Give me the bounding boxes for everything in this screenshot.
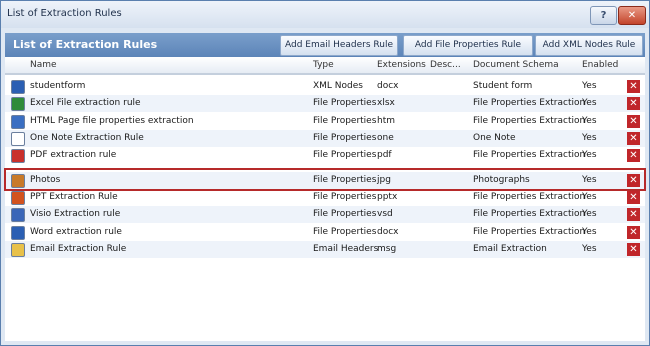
rule-type: File Properties <box>313 133 377 143</box>
delete-rule-button[interactable]: ✕ <box>627 80 640 93</box>
column-header-type[interactable]: Type <box>313 60 334 70</box>
rule-enabled: Yes <box>582 133 597 143</box>
help-button[interactable]: ? <box>590 6 617 25</box>
rule-document-schema: Student form <box>473 81 533 91</box>
table-row[interactable]: PPT Extraction Rule File Properties pptx Fi… <box>5 189 645 206</box>
delete-rule-button[interactable]: ✕ <box>627 191 640 204</box>
delete-rule-button[interactable]: ✕ <box>627 97 640 110</box>
column-header-name[interactable]: Name <box>30 60 57 70</box>
table-row[interactable]: Word extraction rule File Properties docx F… <box>5 224 645 241</box>
rule-enabled: Yes <box>582 244 597 254</box>
add-email-headers-rule-button[interactable]: Add Email Headers Rule <box>280 35 398 56</box>
list-title: List of Extraction Rules <box>13 38 158 51</box>
email-icon <box>11 243 25 257</box>
rule-extensions: xlsx <box>377 98 395 108</box>
rules-list: studentform XML Nodes docx Student form Yes ✕… <box>5 74 645 341</box>
rule-document-schema: One Note <box>473 133 516 143</box>
rule-extensions: msg <box>377 244 397 254</box>
rule-document-schema: File Properties Extraction <box>473 192 586 202</box>
html-icon <box>11 115 25 129</box>
rule-enabled: Yes <box>582 98 597 108</box>
visio-icon <box>11 208 25 222</box>
column-header-enabled[interactable]: Enabled <box>582 60 618 70</box>
rule-document-schema: Email Extraction <box>473 244 547 254</box>
rule-document-schema: File Properties Extraction <box>473 209 586 219</box>
rule-document-schema: File Properties Extraction <box>473 116 586 126</box>
extraction-rules-window: List of Extraction Rules ? ✕ List of Ext… <box>0 0 650 346</box>
rule-extensions: one <box>377 133 394 143</box>
add-file-properties-rule-button[interactable]: Add File Properties Rule <box>403 35 533 56</box>
list-header: List of Extraction Rules Add Email Heade… <box>5 33 645 57</box>
table-row[interactable]: PDF extraction rule File Properties pdf Fil… <box>5 147 645 164</box>
rule-type: XML Nodes <box>313 81 363 91</box>
rule-name: Email Extraction Rule <box>30 244 127 254</box>
rule-name: PPT Extraction Rule <box>30 192 118 202</box>
column-header-description[interactable]: Desc... <box>430 60 461 70</box>
column-header-extensions[interactable]: Extensions <box>377 60 426 70</box>
pdf-icon <box>11 149 25 163</box>
document-icon <box>11 132 25 146</box>
delete-rule-button[interactable]: ✕ <box>627 243 640 256</box>
add-xml-nodes-rule-button[interactable]: Add XML Nodes Rule <box>535 35 643 56</box>
rule-name: Excel File extraction rule <box>30 98 141 108</box>
rule-enabled: Yes <box>582 81 597 91</box>
word-icon <box>11 80 25 94</box>
window-title: List of Extraction Rules <box>7 8 122 19</box>
rule-type: File Properties <box>313 227 377 237</box>
delete-rule-button[interactable]: ✕ <box>627 132 640 145</box>
selection-highlight <box>4 168 646 191</box>
rule-enabled: Yes <box>582 150 597 160</box>
rule-enabled: Yes <box>582 227 597 237</box>
excel-icon <box>11 97 25 111</box>
rule-enabled: Yes <box>582 116 597 126</box>
rule-enabled: Yes <box>582 192 597 202</box>
rule-extensions: docx <box>377 81 399 91</box>
rule-type: Email Headers <box>313 244 379 254</box>
table-row[interactable]: Email Extraction Rule Email Headers msg Ema… <box>5 241 645 258</box>
rule-type: File Properties <box>313 150 377 160</box>
title-bar: List of Extraction Rules ? ✕ <box>1 1 649 28</box>
rule-name: HTML Page file properties extraction <box>30 116 194 126</box>
rule-name: PDF extraction rule <box>30 150 117 160</box>
rule-enabled: Yes <box>582 209 597 219</box>
powerpoint-icon <box>11 191 25 205</box>
rule-name: studentform <box>30 81 86 91</box>
delete-rule-button[interactable]: ✕ <box>627 149 640 162</box>
delete-rule-button[interactable]: ✕ <box>627 115 640 128</box>
rule-name: Visio Extraction rule <box>30 209 121 219</box>
rule-type: File Properties <box>313 116 377 126</box>
rule-document-schema: File Properties Extraction <box>473 98 586 108</box>
rule-name: One Note Extraction Rule <box>30 133 144 143</box>
column-header-document-schema[interactable]: Document Schema <box>473 60 559 70</box>
delete-rule-button[interactable]: ✕ <box>627 208 640 221</box>
table-row[interactable]: studentform XML Nodes docx Student form Yes ✕ <box>5 78 645 95</box>
rule-type: File Properties <box>313 209 377 219</box>
rule-extensions: vsd <box>377 209 393 219</box>
rule-type: File Properties <box>313 98 377 108</box>
rule-extensions: pptx <box>377 192 398 202</box>
column-headers: Name Type Extensions Desc... Document Sc… <box>5 57 645 74</box>
rule-document-schema: File Properties Extraction <box>473 227 586 237</box>
rule-document-schema: File Properties Extraction <box>473 150 586 160</box>
table-row[interactable]: HTML Page file properties extraction File… <box>5 113 645 130</box>
table-row[interactable]: One Note Extraction Rule File Properties o… <box>5 130 645 147</box>
rule-extensions: pdf <box>377 150 392 160</box>
delete-rule-button[interactable]: ✕ <box>627 226 640 239</box>
rule-name: Word extraction rule <box>30 227 122 237</box>
table-row[interactable]: Visio Extraction rule File Properties vsd F… <box>5 206 645 223</box>
rule-extensions: docx <box>377 227 399 237</box>
table-row[interactable]: Excel File extraction rule File Propertie… <box>5 95 645 112</box>
rule-type: File Properties <box>313 192 377 202</box>
rule-extensions: htm <box>377 116 395 126</box>
word-icon <box>11 226 25 240</box>
close-button[interactable]: ✕ <box>618 6 646 25</box>
